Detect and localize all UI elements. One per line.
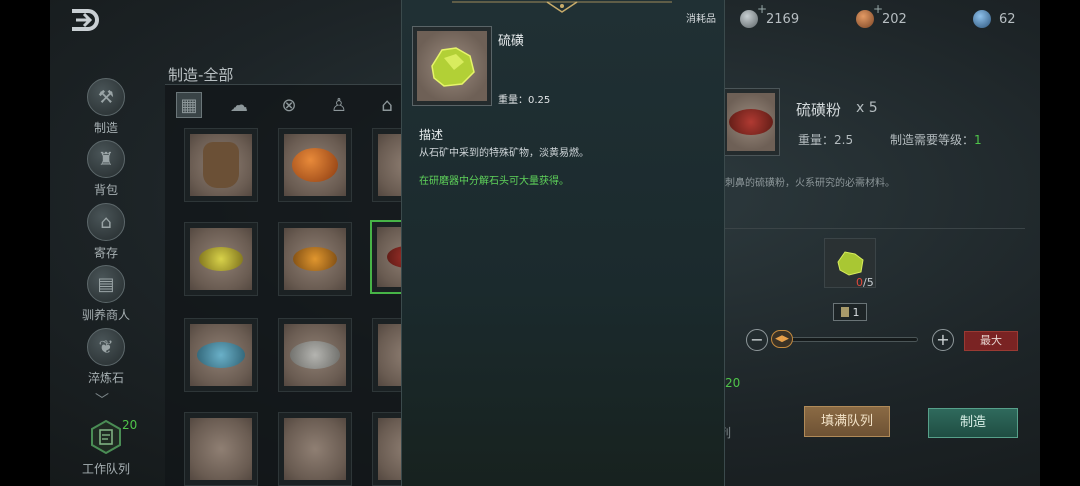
- result-quantity: x 5: [856, 100, 878, 116]
- currency-copper[interactable]: + 202: [856, 2, 907, 30]
- item-slot[interactable]: [278, 318, 352, 392]
- scroll-icon: [840, 307, 849, 317]
- nav-tame-label: 驯养商人: [81, 308, 130, 322]
- material-count: 0/5: [856, 276, 874, 289]
- nav-storage[interactable]: ⌂ 寄存: [84, 203, 128, 261]
- item-slot[interactable]: [278, 412, 352, 486]
- side-queue-label: 工作队列: [81, 462, 130, 476]
- increase-quantity-button[interactable]: +: [932, 329, 954, 351]
- nav-storage-label: 寄存: [93, 246, 118, 260]
- currency-gem[interactable]: 62: [973, 8, 1016, 30]
- currency-copper-value: 202: [882, 11, 907, 27]
- amber-item-icon: [292, 148, 338, 182]
- craft-quantity-display: 1: [833, 303, 867, 321]
- letterbox-left: [0, 0, 50, 486]
- material-need: /5: [863, 276, 874, 289]
- center-queue-count: 20: [725, 376, 741, 390]
- copper-coin-icon: +: [856, 2, 883, 28]
- quantity-slider-track[interactable]: [780, 337, 918, 342]
- item-tooltip: 消耗品 硫磺 重量：0.25 描述 从石矿中采到的特殊矿物，淡黄易燃。 在研磨器…: [401, 0, 725, 486]
- queue-hex-icon: [91, 419, 121, 455]
- source-text: 在研磨器中分解石头可大量获得。: [419, 176, 569, 187]
- nav-refine-label: 淬炼石: [87, 371, 124, 385]
- item-slot[interactable]: [278, 128, 352, 202]
- sulfur-powder-item-icon: [199, 247, 243, 271]
- level-value: 1: [974, 133, 982, 147]
- nav-refine-stone[interactable]: ❦ 淬炼石: [84, 328, 128, 386]
- craft-quantity-value: 1: [852, 305, 860, 319]
- sack-item-icon: [203, 142, 239, 188]
- category-bottle-icon[interactable]: ♙: [326, 92, 352, 118]
- cart-icon: ▤: [87, 265, 125, 303]
- back-arrow-icon[interactable]: [68, 8, 102, 32]
- fill-queue-button[interactable]: 填满队列: [804, 406, 890, 437]
- sulfur-powder-result-icon: [729, 109, 773, 135]
- item-slot[interactable]: [184, 222, 258, 296]
- nav-craft-label: 制造: [93, 121, 118, 135]
- item-type-label: 消耗品: [686, 14, 716, 25]
- decrease-quantity-button[interactable]: −: [746, 329, 768, 351]
- result-item-frame: [722, 88, 780, 156]
- house-icon: ⌂: [87, 203, 125, 241]
- quantity-slider-handle[interactable]: ◀▶: [771, 330, 793, 348]
- category-building-icon[interactable]: ⌂: [374, 92, 400, 118]
- side-queue-count: 20: [122, 418, 138, 432]
- nav-tame-merchant[interactable]: ▤ 驯养商人: [82, 265, 130, 323]
- result-description: 刺鼻的硫磺粉，火系研究的必需材料。: [725, 178, 895, 189]
- item-slot[interactable]: [184, 318, 258, 392]
- material-have: 0: [856, 276, 863, 289]
- currency-silver-value: 2169: [766, 11, 800, 27]
- category-ore-icon[interactable]: ☁: [226, 92, 252, 118]
- letterbox-right: [1040, 0, 1080, 486]
- category-all-grid-icon[interactable]: ▦: [176, 92, 202, 118]
- result-weight: 重量：2.5: [798, 133, 854, 147]
- craft-button[interactable]: 制造: [928, 408, 1018, 438]
- currency-gem-value: 62: [999, 11, 1016, 27]
- category-sphere-icon[interactable]: ⊗: [276, 92, 302, 118]
- currency-silver[interactable]: + 2169: [740, 2, 800, 30]
- orange-powder-item-icon: [293, 247, 337, 271]
- sulfur-icon: [431, 47, 475, 87]
- nav-craft[interactable]: ⚒ 制造: [84, 78, 128, 136]
- tooltip-item-name: 硫磺: [498, 34, 525, 49]
- item-slot[interactable]: [184, 128, 258, 202]
- item-slot[interactable]: [278, 222, 352, 296]
- game-screen: + 2169 + 202 62 ⚒ 制造 ♜ 背包 ⌂ 寄存 ▤ 驯养商人 ❦ …: [0, 0, 1080, 486]
- nav-bag-label: 背包: [93, 183, 118, 197]
- grey-powder-item-icon: [290, 341, 340, 369]
- max-quantity-button[interactable]: 最大: [964, 331, 1018, 351]
- tooltip-item-frame: [412, 26, 492, 106]
- gem-icon: [973, 10, 991, 28]
- item-slot[interactable]: [184, 412, 258, 486]
- craft-panel-title: 制造-全部: [168, 66, 234, 84]
- chevron-down-icon[interactable]: ﹀: [95, 390, 109, 410]
- hammer-icon: ⚒: [87, 78, 125, 116]
- side-work-queue[interactable]: 20 工作队列: [76, 418, 138, 477]
- result-level-req: 制造需要等级：1: [890, 131, 982, 148]
- description-text: 从石矿中采到的特殊矿物，淡黄易燃。: [419, 148, 589, 159]
- tooltip-item-weight: 重量：0.25: [498, 95, 551, 106]
- nav-bag[interactable]: ♜ 背包: [84, 140, 128, 198]
- level-label: 制造需要等级：: [890, 133, 975, 147]
- description-heading: 描述: [419, 128, 444, 142]
- silver-coin-icon: +: [740, 2, 767, 28]
- feather-icon: ❦: [87, 328, 125, 366]
- ornament-divider: [452, 1, 672, 13]
- sulfur-material-icon: [837, 251, 864, 276]
- result-name: 硫磺粉: [796, 101, 842, 119]
- bag-icon: ♜: [87, 140, 125, 178]
- blue-powder-item-icon: [197, 342, 245, 368]
